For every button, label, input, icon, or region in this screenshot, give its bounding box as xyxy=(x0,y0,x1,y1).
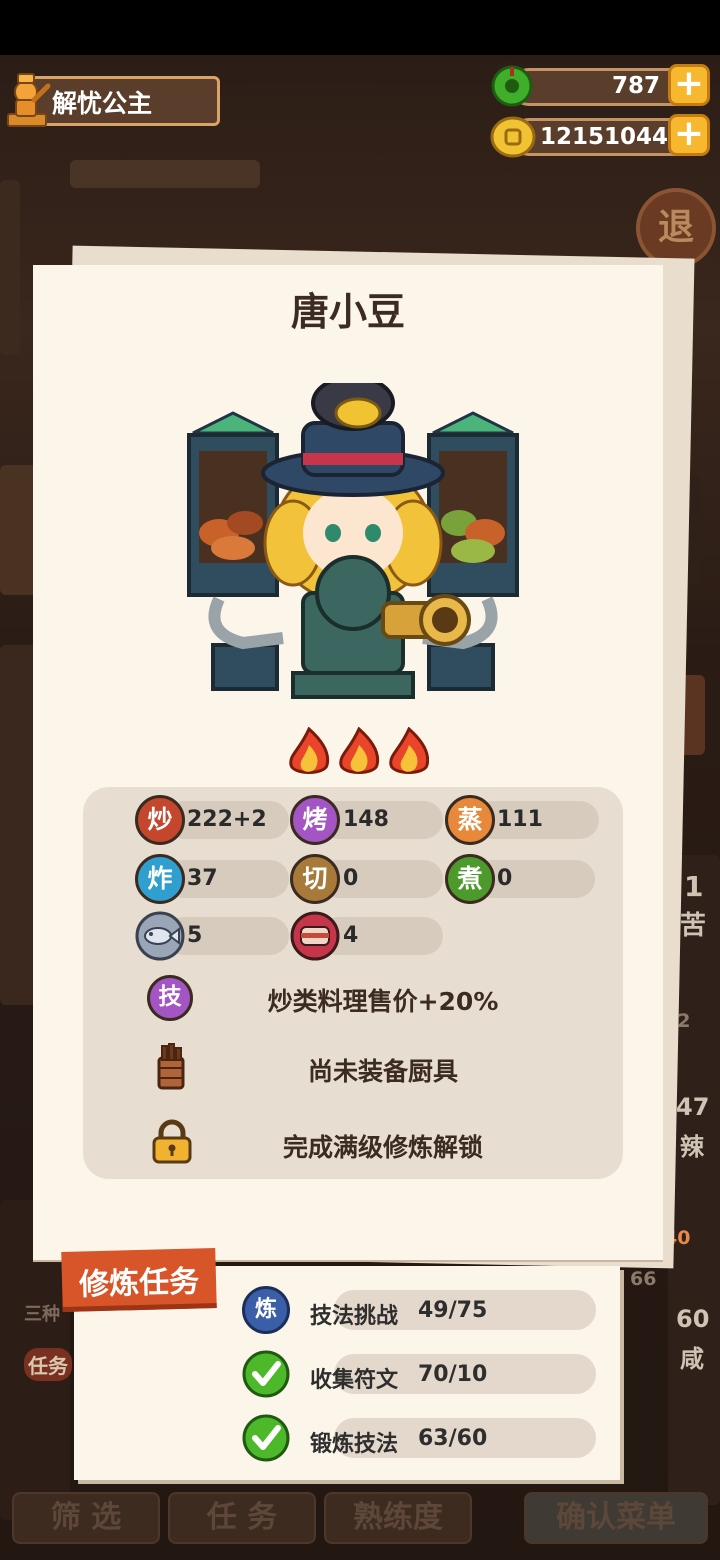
steam-icon: 蒸 xyxy=(445,795,495,845)
chef-name: 唐小豆 xyxy=(290,290,405,334)
coin-count: 12151044 xyxy=(540,124,669,150)
stat-meat: 4 xyxy=(343,923,359,948)
chef-portrait xyxy=(187,383,519,699)
cut-icon: 切 xyxy=(290,854,340,904)
stat-seafood: 5 xyxy=(187,923,203,948)
chef-statue-icon xyxy=(7,73,51,127)
knife-block-icon xyxy=(157,1043,185,1090)
task-progress: 70/10 xyxy=(418,1362,488,1387)
bg-label: 1 xyxy=(684,870,704,903)
boil-icon: 煮 xyxy=(445,854,495,904)
task-label: 锻炼技法 xyxy=(310,1432,399,1457)
add-jade-button[interactable]: + xyxy=(668,64,710,106)
exit-button[interactable]: 退 xyxy=(636,188,716,268)
bg-label: 60 xyxy=(676,1305,710,1333)
task-label: 技法挑战 xyxy=(310,1304,399,1329)
bg-label: 任务 xyxy=(24,1348,72,1381)
filter-button[interactable]: 筛 选 xyxy=(12,1492,160,1544)
coin-icon xyxy=(490,116,536,158)
jade-icon xyxy=(491,65,533,107)
deep-fry-icon: 炸 xyxy=(135,854,185,904)
fish-icon xyxy=(135,911,185,961)
stat-boil: 0 xyxy=(497,866,513,891)
lock-hint: 完成满级修炼解锁 xyxy=(282,1133,483,1162)
skill-icon: 技 xyxy=(147,975,193,1021)
player-name: 解忧公主 xyxy=(52,89,153,118)
add-coin-button[interactable]: + xyxy=(668,114,710,156)
stats-panel: 炒 222+2 烤 148 蒸 111 炸 37 切 0 煮 0 5 4 技 炒… xyxy=(83,787,623,1179)
roast-icon: 烤 xyxy=(290,795,340,845)
bg-label: 47 xyxy=(676,1093,710,1121)
task-progress: 63/60 xyxy=(418,1426,488,1451)
lock-icon xyxy=(152,1119,192,1164)
bg-label: 苦 xyxy=(680,911,707,941)
stat-steam: 111 xyxy=(497,807,543,832)
task-label: 收集符文 xyxy=(310,1368,399,1393)
skill-description: 炒类料理售价+20% xyxy=(267,987,499,1016)
training-tasks-title: 修炼任务 xyxy=(78,1264,200,1303)
stat-deep-fry: 37 xyxy=(187,866,218,891)
meat-icon xyxy=(290,911,340,961)
training-tasks-tag: 修炼任务 xyxy=(61,1247,217,1313)
bg-label: 辣 xyxy=(680,1133,704,1161)
stat-cut: 0 xyxy=(343,866,359,891)
task-progress: 49/75 xyxy=(418,1298,488,1323)
player-badge[interactable]: 解忧公主 xyxy=(0,70,222,130)
confirm-menu-button[interactable]: 确认菜单 xyxy=(524,1492,708,1544)
jade-count: 787 xyxy=(611,73,660,99)
check-icon xyxy=(242,1414,290,1462)
stir-fry-icon: 炒 xyxy=(135,795,185,845)
task-progress-icon: 炼 xyxy=(242,1286,290,1334)
rarity-flames xyxy=(289,727,429,774)
bg-label: 66 xyxy=(630,1268,657,1290)
equipment-status[interactable]: 尚未装备厨具 xyxy=(213,1052,553,1088)
stat-stir-fry: 222+2 xyxy=(187,807,267,832)
bg-label: 咸 xyxy=(680,1345,704,1373)
chef-detail-card: 唐小豆 炒 222+2 烤 148 蒸 111 炸 37 切 0 煮 0 5 4… xyxy=(33,265,663,1260)
stat-roast: 148 xyxy=(343,807,389,832)
bg-label: 三种 xyxy=(24,1304,60,1325)
check-icon xyxy=(242,1350,290,1398)
proficiency-button[interactable]: 熟练度 xyxy=(324,1492,472,1544)
task-button[interactable]: 任 务 xyxy=(168,1492,316,1544)
